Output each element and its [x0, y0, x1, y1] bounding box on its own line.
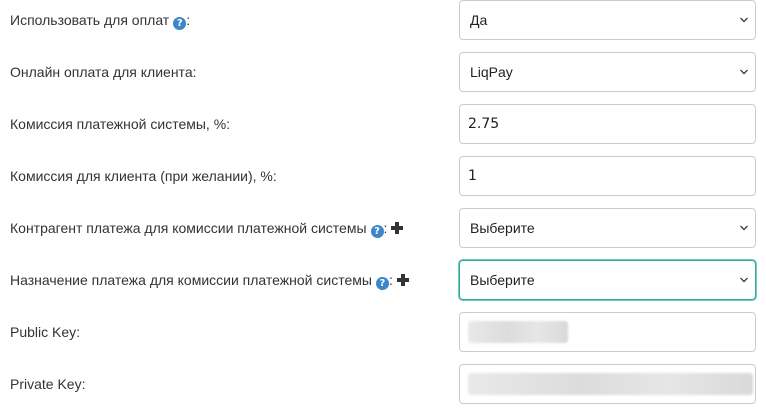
- field-label: Public Key:: [10, 312, 80, 352]
- row-private-key: Private Key:: [0, 364, 766, 404]
- system-commission-input[interactable]: 2.75: [459, 104, 756, 144]
- add-counterparty-plus-icon[interactable]: [391, 222, 404, 234]
- label-text: Контрагент платежа для комиссии платежно…: [10, 220, 367, 236]
- chevron-down-icon: [740, 225, 748, 231]
- chevron-down-icon: [740, 69, 748, 75]
- help-icon[interactable]: ?: [375, 277, 389, 290]
- label-text: Комиссия платежной системы, %:: [10, 116, 231, 132]
- redacted-value: [468, 321, 568, 343]
- select-value: LiqPay: [470, 64, 513, 80]
- field-label: Комиссия платежной системы, %:: [10, 104, 230, 144]
- select-value: Выберите: [470, 220, 535, 236]
- row-public-key: Public Key:: [0, 312, 766, 352]
- select-value: Выберите: [470, 272, 535, 288]
- row-online-payment: Онлайн оплата для клиента: LiqPay: [0, 52, 766, 92]
- row-commission-counterparty: Контрагент платежа для комиссии платежно…: [0, 208, 766, 248]
- label-text: Private Key:: [10, 376, 86, 392]
- payment-settings-form: Использовать для оплат?: Да Онлайн оплат…: [0, 0, 766, 410]
- label-text: Комиссия для клиента (при желании), %:: [10, 168, 277, 184]
- label-text: Public Key:: [10, 324, 81, 340]
- input-value: 1: [468, 168, 477, 184]
- redacted-value: [468, 373, 753, 395]
- field-label: Назначение платежа для комиссии платежно…: [10, 260, 409, 300]
- label-text: Назначение платежа для комиссии платежно…: [10, 272, 372, 288]
- label-suffix: :: [383, 220, 388, 236]
- client-commission-input[interactable]: 1: [459, 156, 756, 196]
- select-value: Да: [470, 12, 488, 28]
- help-icon[interactable]: ?: [173, 17, 187, 30]
- label-suffix: :: [388, 272, 393, 288]
- private-key-input[interactable]: [459, 364, 756, 404]
- add-purpose-plus-icon[interactable]: [396, 274, 409, 286]
- commission-counterparty-select[interactable]: Выберите: [459, 208, 756, 248]
- chevron-down-icon: [740, 277, 748, 283]
- row-commission-purpose: Назначение платежа для комиссии платежно…: [0, 260, 766, 300]
- field-label: Комиссия для клиента (при желании), %:: [10, 156, 277, 196]
- label-text: Онлайн оплата для клиента:: [10, 64, 197, 80]
- field-label: Онлайн оплата для клиента:: [10, 52, 197, 92]
- commission-purpose-select[interactable]: Выберите: [459, 260, 756, 300]
- field-label: Контрагент платежа для комиссии платежно…: [10, 208, 404, 248]
- field-label: Использовать для оплат?:: [10, 0, 190, 40]
- public-key-input[interactable]: [459, 312, 756, 352]
- chevron-down-icon: [740, 17, 748, 23]
- use-for-payments-select[interactable]: Да: [459, 0, 756, 40]
- row-use-for-payments: Использовать для оплат?: Да: [0, 0, 766, 40]
- row-client-commission: Комиссия для клиента (при желании), %: 1: [0, 156, 766, 196]
- row-system-commission: Комиссия платежной системы, %: 2.75: [0, 104, 766, 144]
- label-text: Использовать для оплат: [10, 12, 170, 28]
- online-payment-select[interactable]: LiqPay: [459, 52, 756, 92]
- help-icon[interactable]: ?: [370, 225, 384, 238]
- input-value: 2.75: [468, 116, 500, 132]
- field-label: Private Key:: [10, 364, 85, 404]
- label-suffix: :: [186, 12, 191, 28]
